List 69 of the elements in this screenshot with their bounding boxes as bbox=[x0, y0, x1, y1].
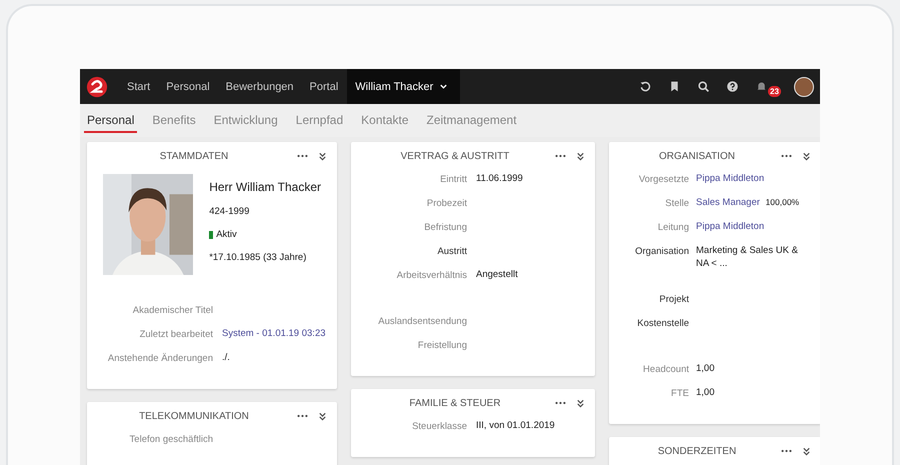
field-label: Vorgesetzte bbox=[638, 173, 689, 185]
more-icon[interactable] bbox=[555, 154, 566, 158]
collapse-icon[interactable] bbox=[318, 152, 327, 160]
logo-icon bbox=[86, 76, 108, 98]
field-label: Austritt bbox=[436, 245, 467, 257]
field-label: Telefon geschäftlich bbox=[128, 433, 213, 445]
field-label: Akademischer Titel bbox=[132, 304, 213, 316]
avatar[interactable] bbox=[794, 76, 814, 96]
more-icon[interactable] bbox=[297, 414, 308, 418]
field-label: Zuletzt bearbeitet bbox=[138, 328, 213, 340]
bell-icon[interactable] bbox=[755, 80, 768, 93]
more-icon[interactable] bbox=[781, 154, 792, 158]
history-icon[interactable] bbox=[639, 80, 652, 93]
search-icon[interactable] bbox=[697, 80, 710, 93]
birth-date: *17.10.1985 (33 Jahre) bbox=[209, 252, 308, 263]
field-value: 1,00 bbox=[696, 363, 714, 374]
field-label: Steuerklasse bbox=[411, 420, 467, 432]
field-label: Headcount bbox=[642, 363, 689, 375]
collapse-icon[interactable] bbox=[576, 398, 585, 408]
nav-item[interactable]: Start bbox=[120, 69, 158, 104]
card-title: VERTRAG & AUSTRITT bbox=[400, 150, 510, 162]
help-icon[interactable] bbox=[726, 80, 739, 93]
field-label: Freistellung bbox=[416, 339, 467, 351]
field-label: Leitung bbox=[656, 221, 689, 233]
field-label: Kostenstelle bbox=[636, 317, 689, 329]
field-link[interactable]: Pippa Middleton bbox=[696, 221, 764, 232]
field-label: Eintritt bbox=[439, 173, 467, 185]
field-link[interactable]: Sales Manager bbox=[696, 197, 760, 208]
field-value: Marketing & Sales UK & NA < ... bbox=[696, 245, 798, 269]
card-title: STAMMDATEN bbox=[158, 150, 230, 162]
nav-item[interactable]: Personal bbox=[159, 69, 217, 104]
collapse-icon[interactable] bbox=[318, 412, 327, 420]
field-value: 1,00 bbox=[696, 387, 714, 398]
field-link[interactable]: System - 01.01.19 03:23 bbox=[222, 328, 326, 339]
nav-item[interactable]: Bewerbungen bbox=[218, 69, 301, 104]
field-value: 100,00% bbox=[766, 197, 800, 207]
status-indicator bbox=[209, 230, 214, 238]
field-label: Arbeitsverhältnis bbox=[396, 269, 467, 281]
field-label: Projekt bbox=[658, 293, 689, 305]
collapse-icon[interactable] bbox=[802, 152, 811, 160]
card-title: SONDERZEITEN bbox=[656, 446, 738, 456]
collapse-icon[interactable] bbox=[802, 446, 811, 456]
caret-icon bbox=[439, 82, 448, 91]
tab[interactable]: Personal bbox=[84, 108, 138, 132]
employee-number: 424-1999 bbox=[209, 206, 250, 217]
card-title: FAMILIE & STEUER bbox=[408, 398, 502, 408]
field-value: ./. bbox=[222, 352, 230, 363]
more-icon[interactable] bbox=[297, 154, 308, 158]
nav-item[interactable]: William Thacker bbox=[347, 69, 460, 104]
more-icon[interactable] bbox=[555, 401, 566, 405]
status-label: Aktiv bbox=[216, 229, 237, 240]
field-value: Angestellt bbox=[476, 269, 518, 280]
card-title: ORGANISATION bbox=[658, 150, 736, 162]
field-label: Anstehende Änderungen bbox=[106, 352, 213, 364]
field-label: FTE bbox=[670, 387, 689, 399]
field-label: Probezeit bbox=[426, 197, 467, 209]
more-icon[interactable] bbox=[781, 449, 792, 453]
field-label: Stelle bbox=[664, 197, 689, 209]
field-label: Organisation bbox=[634, 245, 689, 257]
employee-name: Herr William Thacker bbox=[209, 180, 321, 194]
field-label: Befristung bbox=[423, 221, 467, 233]
notification-badge: 23 bbox=[768, 86, 781, 97]
field-value: 11.06.1999 bbox=[476, 173, 523, 184]
collapse-icon[interactable] bbox=[576, 152, 585, 160]
field-label: Auslandsentsendung bbox=[377, 315, 467, 327]
field-link[interactable]: Pippa Middleton bbox=[696, 173, 764, 184]
field-value: III, von 01.01.2019 bbox=[476, 420, 555, 431]
nav-item[interactable]: Portal bbox=[302, 69, 346, 104]
card-title: TELEKOMMUNIKATION bbox=[138, 410, 250, 422]
